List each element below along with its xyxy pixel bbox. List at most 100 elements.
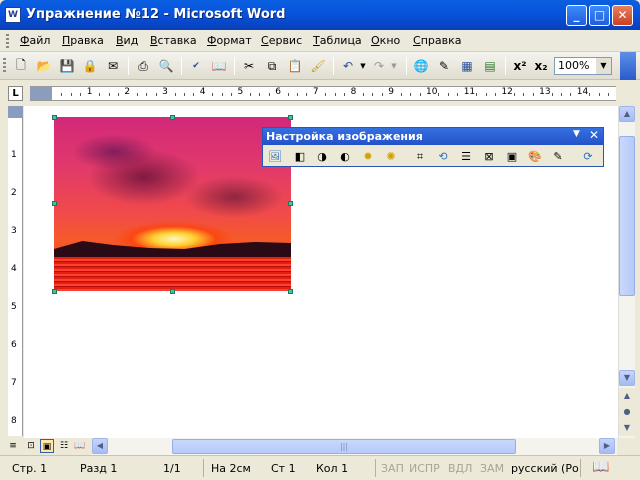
toolbar-dropdown-icon[interactable]: ▼: [573, 129, 580, 139]
resize-handle[interactable]: [52, 201, 57, 206]
resize-handle[interactable]: [52, 289, 57, 294]
print-preview-icon[interactable]: 🔍: [157, 57, 175, 75]
status-track-changes[interactable]: ИСПР: [409, 462, 440, 475]
resize-handle[interactable]: [288, 289, 293, 294]
sunset-picture[interactable]: [54, 117, 291, 291]
insert-table-icon[interactable]: ▦: [458, 57, 476, 75]
menu-table[interactable]: Таблица: [313, 34, 362, 47]
ruler-number: 5: [11, 302, 17, 312]
maximize-button[interactable]: □: [589, 5, 610, 26]
spelling-icon[interactable]: ✔: [187, 57, 205, 75]
previous-page-icon[interactable]: ▲: [619, 388, 635, 404]
web-view-icon[interactable]: ⊡: [24, 439, 38, 453]
reset-picture-icon[interactable]: ⟳: [579, 148, 597, 165]
open-icon[interactable]: 📂: [35, 57, 53, 75]
save-icon[interactable]: 💾: [58, 57, 76, 75]
research-icon[interactable]: 📖: [210, 57, 228, 75]
text-wrapping-icon[interactable]: ▣: [503, 148, 521, 165]
insert-picture-icon[interactable]: 🖼: [266, 148, 284, 165]
resize-handle[interactable]: [288, 115, 293, 120]
ruler-number: 6: [275, 87, 281, 97]
normal-view-icon[interactable]: ≡: [6, 439, 20, 453]
ruler-tick: [608, 93, 610, 96]
horizontal-ruler[interactable]: 1 2 3 4 5 6 7 8 9 10 11 12 13 14: [30, 86, 616, 101]
close-button[interactable]: ✕: [612, 5, 633, 26]
less-brightness-icon[interactable]: ✺: [382, 148, 400, 165]
status-separator: [203, 459, 204, 477]
title-bar: W Упражнение №12 - Microsoft Word _ □ ✕: [0, 0, 640, 30]
crop-icon[interactable]: ⌗: [411, 148, 429, 165]
horizontal-scrollbar[interactable]: ◀ ||| ▶: [92, 438, 617, 455]
ruler-tick: [325, 93, 327, 96]
horizontal-scroll-thumb[interactable]: |||: [172, 439, 516, 454]
less-contrast-icon[interactable]: ◐: [336, 148, 354, 165]
redo-dropdown-icon[interactable]: ▼: [385, 57, 403, 75]
word-app-icon[interactable]: W: [5, 7, 21, 23]
scroll-left-icon[interactable]: ◀: [92, 438, 108, 454]
tables-borders-icon[interactable]: ✎: [435, 57, 453, 75]
permission-icon[interactable]: 🔒: [81, 57, 99, 75]
spelling-status-icon[interactable]: 📖: [592, 459, 609, 475]
status-extend[interactable]: ВДЛ: [448, 462, 472, 475]
menu-view[interactable]: Вид: [116, 34, 138, 47]
resize-handle[interactable]: [52, 115, 57, 120]
menu-edit[interactable]: Правка: [62, 34, 104, 47]
print-layout-view-icon[interactable]: ▣: [40, 439, 54, 453]
picture-water: [54, 257, 291, 291]
menu-format[interactable]: Формат: [207, 34, 252, 47]
outline-view-icon[interactable]: ☷: [57, 439, 71, 453]
minimize-button[interactable]: _: [566, 5, 587, 26]
more-brightness-icon[interactable]: ✹: [359, 148, 377, 165]
zoom-dropdown-icon[interactable]: ▼: [596, 58, 611, 74]
vertical-scrollbar[interactable]: ▲ ▼ ▲ ● ▼: [618, 106, 635, 438]
copy-icon[interactable]: ⧉: [263, 57, 281, 75]
rotate-icon[interactable]: ⟲: [434, 148, 452, 165]
format-painter-icon[interactable]: 🖌: [309, 57, 327, 75]
menu-insert[interactable]: Вставка: [150, 34, 197, 47]
set-transparent-color-icon[interactable]: ✎: [549, 148, 567, 165]
menu-help[interactable]: Справка: [413, 34, 461, 47]
line-style-icon[interactable]: ☰: [457, 148, 475, 165]
superscript-icon[interactable]: x²: [511, 57, 529, 75]
more-contrast-icon[interactable]: ◑: [313, 148, 331, 165]
scroll-down-icon[interactable]: ▼: [619, 370, 635, 386]
print-icon[interactable]: ⎙: [134, 57, 152, 75]
toolbar-grip[interactable]: [3, 58, 6, 74]
vertical-scroll-thumb[interactable]: [619, 136, 635, 296]
menu-file[interactable]: Файл: [20, 34, 50, 47]
vertical-ruler[interactable]: 1 2 3 4 5 6 7 8: [8, 106, 23, 436]
ruler-number: 4: [199, 87, 206, 97]
scroll-up-icon[interactable]: ▲: [619, 106, 635, 122]
reading-layout-icon[interactable]: 📖: [73, 439, 87, 453]
status-section: Разд 1: [80, 462, 118, 475]
menu-window[interactable]: Окно: [371, 34, 400, 47]
status-record[interactable]: ЗАП: [381, 462, 404, 475]
cut-icon[interactable]: ✂: [240, 57, 258, 75]
email-icon[interactable]: ✉: [104, 57, 122, 75]
resize-handle[interactable]: [170, 289, 175, 294]
resize-handle[interactable]: [288, 201, 293, 206]
ruler-number: 14: [576, 87, 589, 97]
select-browse-object-icon[interactable]: ●: [619, 404, 635, 420]
hyperlink-icon[interactable]: 🌐: [412, 57, 430, 75]
scroll-right-icon[interactable]: ▶: [599, 438, 615, 454]
insert-excel-icon[interactable]: ▤: [481, 57, 499, 75]
next-page-icon[interactable]: ▼: [619, 420, 635, 436]
color-icon[interactable]: ◧: [291, 148, 309, 165]
subscript-icon[interactable]: x₂: [532, 57, 550, 75]
menu-grip[interactable]: [6, 34, 9, 48]
toolbar-close-icon[interactable]: ✕: [589, 128, 599, 142]
paste-icon[interactable]: 📋: [286, 57, 304, 75]
menu-tools[interactable]: Сервис: [261, 34, 302, 47]
resize-handle[interactable]: [170, 115, 175, 120]
ruler-tick: [419, 93, 421, 96]
toolbar-options-icon[interactable]: [620, 52, 636, 80]
status-overtype[interactable]: ЗАМ: [480, 462, 504, 475]
tab-selector[interactable]: L: [8, 86, 23, 101]
compress-icon[interactable]: ⊠: [480, 148, 498, 165]
format-picture-icon[interactable]: 🎨: [526, 148, 544, 165]
ruler-tick: [523, 93, 525, 96]
picture-toolbar-title[interactable]: Настройка изображения: [263, 128, 603, 145]
new-icon[interactable]: 🗋: [12, 57, 30, 75]
ruler-number: 5: [237, 87, 244, 97]
